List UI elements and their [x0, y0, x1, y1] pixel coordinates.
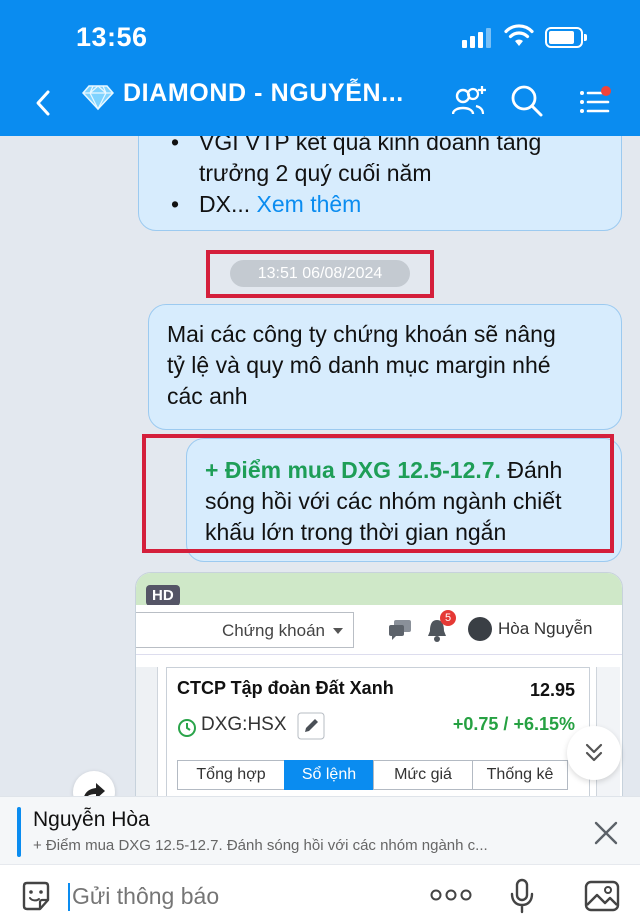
- cellular-signal-icon: [462, 28, 492, 48]
- scroll-down-icon: [585, 743, 603, 762]
- image-top-strip: [136, 573, 622, 605]
- stock-price: 12.95: [529, 680, 575, 700]
- chat-bubbles-icon: [389, 620, 411, 640]
- message-text: Mai các công ty chứng khoán sẽ nâng: [167, 321, 556, 347]
- chat-messages[interactable]: • VGI VTP kết quả kinh doanh tăng trưởng …: [0, 136, 640, 796]
- reply-sender: Nguyễn Hòa: [33, 808, 150, 831]
- side-panel: [136, 667, 158, 796]
- tab-so-lenh: Sổ lệnh: [284, 760, 374, 790]
- market-select: Chứng khoán: [136, 612, 354, 648]
- user-name: Hòa Nguyễn: [498, 619, 593, 638]
- stock-tabs: Tổng hợp Sổ lệnh Mức giá Thống kê: [177, 760, 568, 790]
- microphone-icon[interactable]: [510, 878, 534, 914]
- message-text: tỷ lệ và quy mô danh mục margin nhé: [167, 352, 551, 378]
- forward-button[interactable]: [73, 771, 115, 796]
- avatar: [468, 617, 492, 641]
- forward-icon: [84, 783, 105, 796]
- company-name: CTCP Tập đoàn Đất Xanh: [177, 678, 394, 698]
- message-input[interactable]: [72, 883, 368, 910]
- see-more-link[interactable]: Xem thêm: [257, 191, 362, 217]
- chevron-down-icon: [333, 628, 343, 634]
- reply-accent-line: [17, 807, 21, 857]
- ticker-symbol: DXG:HSX: [201, 714, 287, 735]
- text-cursor: [68, 883, 70, 911]
- market-select-label: Chứng khoán: [221, 621, 325, 640]
- hd-badge: HD: [146, 585, 180, 606]
- tab-tong-hop: Tổng hợp: [177, 760, 285, 790]
- message-bubble[interactable]: Mai các công ty chứng khoán sẽ nâng tỷ l…: [148, 304, 622, 430]
- chat-title[interactable]: DIAMOND - NGUYỄN...: [123, 79, 404, 108]
- message-text: các anh: [167, 383, 248, 409]
- reply-preview[interactable]: Nguyễn Hòa + Điểm mua DXG 12.5-12.7. Đán…: [0, 796, 640, 864]
- clock-icon: [178, 719, 196, 737]
- chat-header: DIAMOND - NGUYỄN...: [0, 68, 640, 136]
- menu-icon[interactable]: [578, 84, 612, 118]
- tab-thong-ke: Thống kê: [472, 760, 568, 790]
- image-message[interactable]: HD Chứng khoán 5 Hòa Nguyễn CTCP Tập đoà…: [135, 572, 623, 796]
- image-icon[interactable]: [584, 880, 620, 912]
- screenshot-app-bar: Chứng khoán 5 Hòa Nguyễn: [136, 605, 622, 655]
- wifi-icon: [504, 24, 534, 46]
- message-text: trưởng 2 quý cuối năm: [199, 160, 432, 186]
- price-change: +0.75 / +6.15%: [452, 714, 575, 734]
- reply-text: + Điểm mua DXG 12.5-12.7. Đánh sóng hồi …: [33, 837, 488, 854]
- message-bubble[interactable]: • VGI VTP kết quả kinh doanh tăng trưởng …: [138, 136, 622, 231]
- status-time: 13:56: [76, 22, 148, 52]
- more-icon[interactable]: [430, 889, 472, 901]
- battery-icon: [545, 27, 587, 48]
- scroll-down-button[interactable]: [567, 726, 621, 780]
- close-icon[interactable]: [592, 819, 620, 847]
- search-icon[interactable]: [510, 84, 544, 118]
- highlight-box: [142, 434, 614, 553]
- message-text: DX...: [199, 191, 251, 217]
- add-member-icon[interactable]: [452, 84, 488, 118]
- message-composer: [0, 864, 640, 923]
- sticker-icon[interactable]: [20, 880, 52, 912]
- notification-badge: 5: [440, 610, 456, 626]
- stock-panel: CTCP Tập đoàn Đất Xanh 12.95 DXG:HSX +0.…: [166, 667, 590, 796]
- highlight-box: [206, 250, 434, 298]
- edit-icon: [297, 712, 325, 740]
- back-icon[interactable]: [30, 88, 60, 118]
- tab-muc-gia: Mức giá: [373, 760, 473, 790]
- message-text: VGI VTP kết quả kinh doanh tăng: [199, 136, 542, 155]
- diamond-icon: [82, 85, 114, 111]
- status-bar: 13:56: [0, 0, 640, 68]
